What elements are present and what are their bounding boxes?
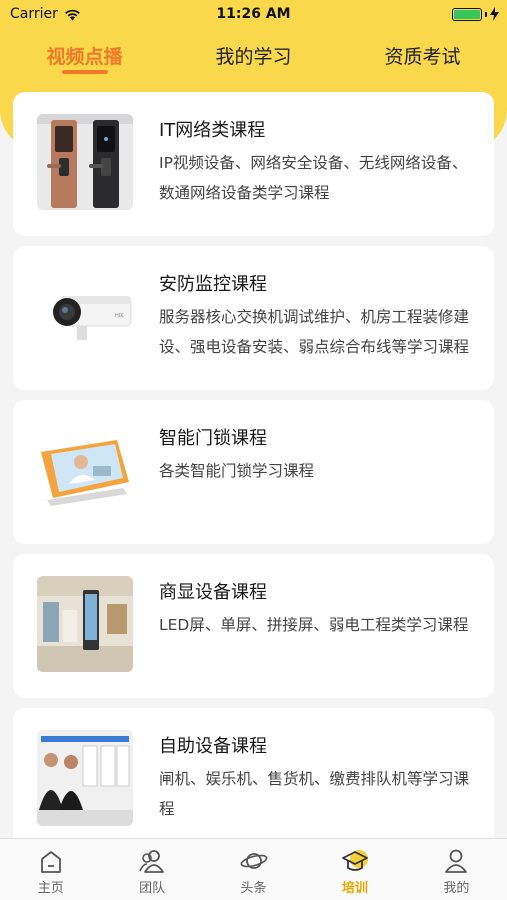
security-camera-photo: HIK xyxy=(37,268,133,364)
tab-my-learning[interactable]: 我的学习 xyxy=(169,38,338,78)
status-right xyxy=(452,7,499,21)
battery-tip xyxy=(485,11,487,17)
nav-training[interactable]: 培训 xyxy=(304,839,405,900)
home-icon xyxy=(40,851,61,873)
course-card-smart-lock[interactable]: 智能门锁课程 各类智能门锁学习课程 xyxy=(13,400,494,544)
kiosk-team-photo xyxy=(37,730,133,826)
nav-label: 团队 xyxy=(139,881,166,896)
smart-lock-photo xyxy=(37,114,133,210)
online-class-photo xyxy=(37,422,133,518)
course-description: 闸机、娱乐机、售货机、缴费排队机等学习课程 xyxy=(159,770,470,818)
nav-label: 主页 xyxy=(37,881,64,896)
course-title: 安防监控课程 xyxy=(159,274,267,295)
user-icon xyxy=(445,849,468,873)
course-card-security-monitoring[interactable]: HIK 安防监控课程 服务器核心交换机调试维护、机房工程装修建设、强电设备安装、… xyxy=(13,246,494,390)
course-card-text: 智能门锁课程 各类智能门锁学习课程 xyxy=(159,422,474,544)
course-card-text: 安防监控课程 服务器核心交换机调试维护、机房工程装修建设、强电设备安装、弱点综合… xyxy=(159,268,474,390)
status-bar: Carrier 11:26 AM xyxy=(0,0,507,28)
course-description: IP视频设备、网络安全设备、无线网络设备、数通网络设备类学习课程 xyxy=(159,154,468,202)
course-card-text: 自助设备课程 闸机、娱乐机、售货机、缴费排队机等学习课程 xyxy=(159,730,474,838)
course-title: 智能门锁课程 xyxy=(159,428,267,449)
nav-team[interactable]: 团队 xyxy=(101,839,202,900)
course-card-it-network[interactable]: IT网络类课程 IP视频设备、网络安全设备、无线网络设备、数通网络设备类学习课程 xyxy=(13,92,494,236)
course-title: 商显设备课程 xyxy=(159,582,267,603)
battery-fill xyxy=(454,9,480,19)
course-description: 各类智能门锁学习课程 xyxy=(159,462,315,480)
planet-icon xyxy=(240,853,267,869)
course-card-text: IT网络类课程 IP视频设备、网络安全设备、无线网络设备、数通网络设备类学习课程 xyxy=(159,114,474,236)
tab-label: 资质考试 xyxy=(384,46,461,68)
tab-label: 视频点播 xyxy=(46,46,123,68)
tab-label: 我的学习 xyxy=(215,46,292,68)
nav-label: 我的 xyxy=(443,881,470,896)
team-icon xyxy=(139,850,165,873)
course-card-commercial-display[interactable]: 商显设备课程 LED屏、单屏、拼接屏、弱电工程类学习课程 xyxy=(13,554,494,698)
tab-qualification-exam[interactable]: 资质考试 xyxy=(338,38,507,78)
charging-bolt-icon xyxy=(490,7,499,21)
course-title: 自助设备课程 xyxy=(159,736,267,757)
top-tab-bar: 视频点播 我的学习 资质考试 xyxy=(0,38,507,78)
course-title: IT网络类课程 xyxy=(159,120,266,141)
svg-text:HIK: HIK xyxy=(115,313,124,319)
course-description: LED屏、单屏、拼接屏、弱电工程类学习课程 xyxy=(159,616,469,634)
carrier-label: Carrier xyxy=(10,6,58,22)
tab-video-on-demand[interactable]: 视频点播 xyxy=(0,38,169,78)
display-screens-photo xyxy=(37,576,133,672)
nav-headlines[interactable]: 头条 xyxy=(203,839,304,900)
graduation-cap-icon xyxy=(342,850,368,871)
status-left: Carrier xyxy=(10,6,81,22)
nav-me[interactable]: 我的 xyxy=(406,839,507,900)
active-tab-indicator xyxy=(61,70,108,74)
nav-home[interactable]: 主页 xyxy=(0,839,101,900)
course-card-text: 商显设备课程 LED屏、单屏、拼接屏、弱电工程类学习课程 xyxy=(159,576,474,698)
nav-label: 培训 xyxy=(341,881,368,896)
course-card-self-service[interactable]: 自助设备课程 闸机、娱乐机、售货机、缴费排队机等学习课程 xyxy=(13,708,494,838)
course-list[interactable]: IT网络类课程 IP视频设备、网络安全设备、无线网络设备、数通网络设备类学习课程… xyxy=(13,92,494,838)
bottom-tab-bar: 主页 团队 头条 培训 我的 xyxy=(0,838,507,900)
nav-label: 头条 xyxy=(240,881,267,896)
course-description: 服务器核心交换机调试维护、机房工程装修建设、强电设备安装、弱点综合布线等学习课程 xyxy=(159,308,470,356)
wifi-icon xyxy=(65,9,80,20)
battery-icon xyxy=(452,7,482,21)
